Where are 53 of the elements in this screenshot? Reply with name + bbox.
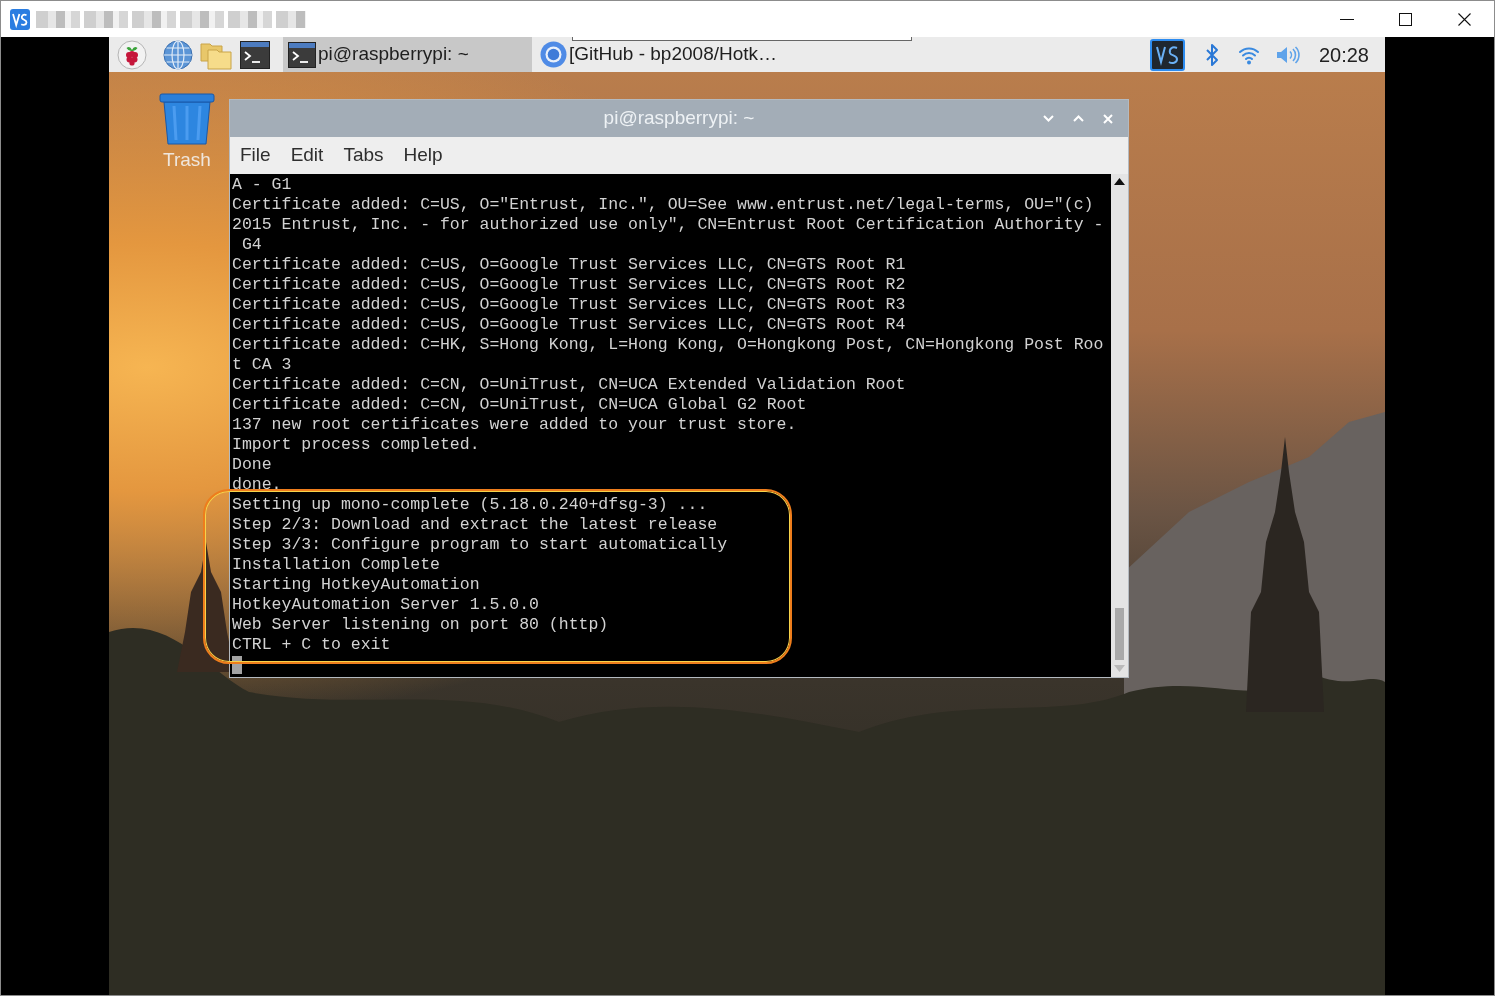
terminal-line: Import process completed. xyxy=(232,435,481,455)
terminal-line: Starting HotkeyAutomation xyxy=(232,575,481,595)
scrollbar-thumb[interactable] xyxy=(1115,608,1124,660)
terminal-line: 137 new root certificates were added to your trust store. xyxy=(232,415,798,435)
terminal-line: Web Server listening on port 80 (http) xyxy=(232,615,610,635)
chevron-down-icon xyxy=(1042,115,1054,122)
scroll-down-arrow-icon[interactable] xyxy=(1114,665,1125,672)
logo-tile-icon[interactable] xyxy=(1149,38,1185,71)
close-icon xyxy=(1103,113,1113,124)
globe-icon[interactable] xyxy=(163,39,193,70)
terminal-line: Certificate added: C=CN, O=UniTrust, CN=UCA Extended Validation Root xyxy=(232,375,907,395)
wifi-icon[interactable] xyxy=(1237,44,1260,65)
terminal-line: Certificate added: C=US, O="Entrust, Inc.", OU=See www.entrust.net/legal-terms, OU="(c) xyxy=(232,195,1095,215)
bluetooth-icon[interactable] xyxy=(1203,42,1220,67)
terminal-line: Certificate added: C=HK, S=Hong Kong, L=Hong Kong, O=Hongkong Post, CN=Hongkong Post Roo xyxy=(232,335,1105,355)
maximize-icon xyxy=(1399,12,1412,26)
close-icon xyxy=(1458,12,1471,26)
terminal-line: A - G1 xyxy=(232,175,293,195)
menu-item[interactable]: Help xyxy=(393,141,453,170)
terminal-line: CTRL + C to exit xyxy=(232,635,392,655)
scroll-up-arrow-icon[interactable] xyxy=(1114,178,1125,185)
terminal-line: t CA 3 xyxy=(232,355,293,375)
chevron-up-icon xyxy=(1072,115,1084,122)
terminal-line: HotkeyAutomation Server 1.5.0.0 xyxy=(232,595,540,615)
menu-item[interactable]: Tabs xyxy=(333,141,394,170)
terminal-line: Certificate added: C=US, O=Google Trust Services LLC, CN=GTS Root R4 xyxy=(232,315,907,335)
minimize-icon xyxy=(1339,18,1354,20)
trash-bin-icon[interactable] xyxy=(159,92,215,145)
raspberry-icon[interactable] xyxy=(117,39,147,70)
terminal-line: Certificate added: C=CN, O=UniTrust, CN=UCA Global G2 Root xyxy=(232,395,808,415)
menu-item[interactable]: Edit xyxy=(280,141,334,170)
terminal-line: G4 xyxy=(240,235,263,255)
terminal-line: Installation Complete xyxy=(232,555,441,575)
terminal-line: 2015 Entrust, Inc. - for authorized use only", CN=Entrust Root Certification Authority - xyxy=(232,215,1105,235)
menu-item[interactable]: File xyxy=(230,141,281,170)
taskbar-button[interactable]: pi@raspberrypi: ~ xyxy=(283,37,532,72)
terminal-icon xyxy=(288,41,316,68)
scrollbar[interactable] xyxy=(1111,174,1128,677)
window-title: pi@raspberrypi: ~ xyxy=(603,106,755,131)
terminal-line: Setting up mono-complete (5.18.0.240+dfsg-3) ... xyxy=(232,495,709,515)
clock-time[interactable]: 20:28 xyxy=(1318,39,1369,70)
terminal-line: Certificate added: C=US, O=Google Trust Services LLC, CN=GTS Root R2 xyxy=(232,275,907,295)
ring-logo-icon xyxy=(540,41,567,68)
app-logo-icon xyxy=(10,8,30,30)
text-cursor xyxy=(232,656,242,674)
terminal-line: Step 3/3: Configure program to start automatically xyxy=(232,535,729,555)
terminal-line: Certificate added: C=US, O=Google Trust Services LLC, CN=GTS Root R1 xyxy=(232,255,907,275)
terminal-icon[interactable] xyxy=(240,40,270,69)
terminal-line: done. xyxy=(232,475,283,495)
speaker-icon[interactable] xyxy=(1274,44,1300,65)
terminal-line: Step 2/3: Download and extract the latest release xyxy=(232,515,719,535)
terminal-line: Certificate added: C=US, O=Google Trust Services LLC, CN=GTS Root R3 xyxy=(232,295,907,315)
terminal-line: Done xyxy=(232,455,273,475)
